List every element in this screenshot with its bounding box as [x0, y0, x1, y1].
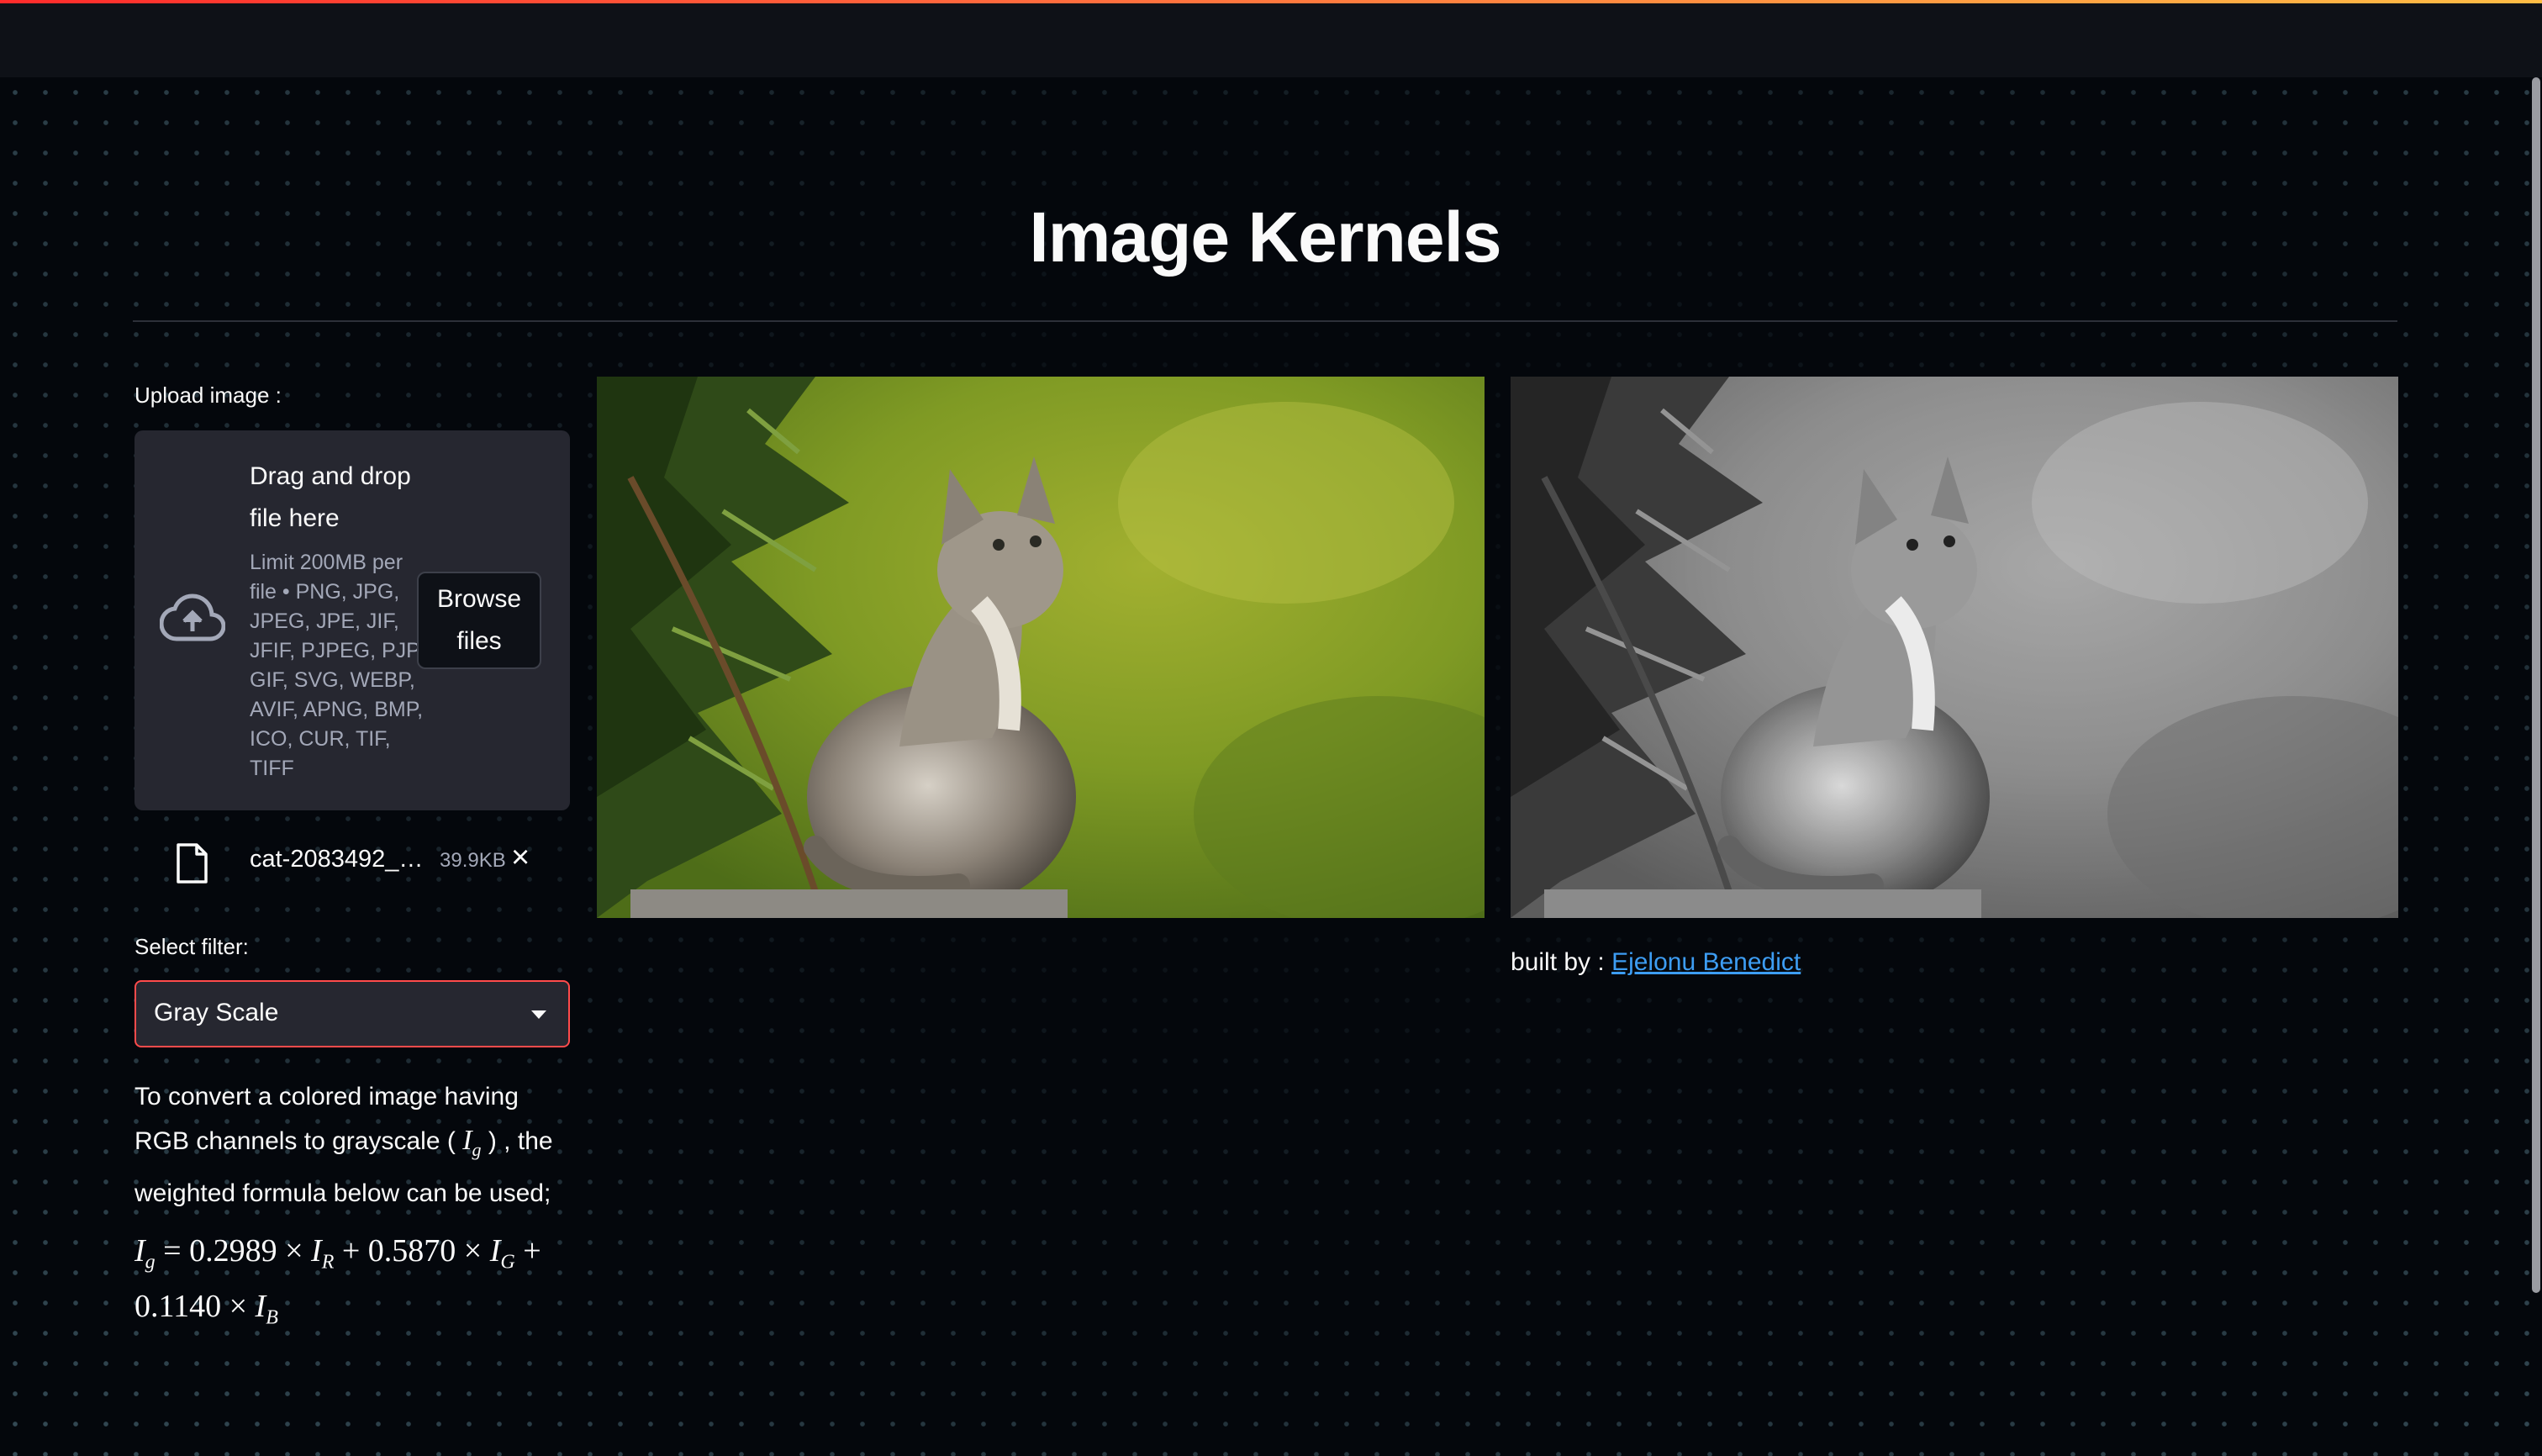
- scrollbar-thumb[interactable]: [2532, 77, 2540, 1293]
- filtered-image: [1511, 377, 2398, 918]
- credit-line: built by : Ejelonu Benedict: [1511, 948, 1801, 977]
- dropzone-title: Drag and drop file here: [250, 462, 411, 532]
- cloud-upload-icon: [160, 593, 225, 641]
- filter-select[interactable]: Gray Scale: [134, 980, 570, 1047]
- filter-select-label: Select filter:: [134, 934, 249, 959]
- close-icon[interactable]: ×: [511, 841, 530, 874]
- description-text-before: To convert a colored image having RGB ch…: [134, 1083, 519, 1155]
- description-symbol: Ig: [462, 1125, 482, 1160]
- dropzone-limit-text: Limit 200MB per file • PNG, JPG, JPEG, J…: [250, 551, 424, 780]
- original-image: [597, 377, 1485, 918]
- grayscale-formula: Ig = 0.2989 × IR + 0.5870 × IG + 0.1140 …: [134, 1233, 541, 1329]
- uploaded-file-item: cat-2083492_… 39.9KB ×: [134, 832, 572, 891]
- filter-description: To convert a colored image having RGB ch…: [134, 1075, 572, 1216]
- app-header: [0, 3, 2542, 77]
- file-icon: [177, 843, 208, 884]
- page-title: Image Kernels: [1029, 198, 1501, 277]
- uploaded-file-name: cat-2083492_…: [250, 846, 424, 873]
- chevron-down-icon: [531, 1010, 546, 1019]
- title-divider: [133, 320, 2397, 322]
- author-link[interactable]: Ejelonu Benedict: [1611, 948, 1801, 976]
- filter-select-value: Gray Scale: [154, 999, 279, 1026]
- browse-files-button[interactable]: Browse files: [417, 572, 541, 669]
- uploaded-file-size: 39.9KB: [440, 849, 506, 872]
- upload-label: Upload image :: [134, 382, 282, 408]
- credit-prefix: built by :: [1511, 948, 1612, 976]
